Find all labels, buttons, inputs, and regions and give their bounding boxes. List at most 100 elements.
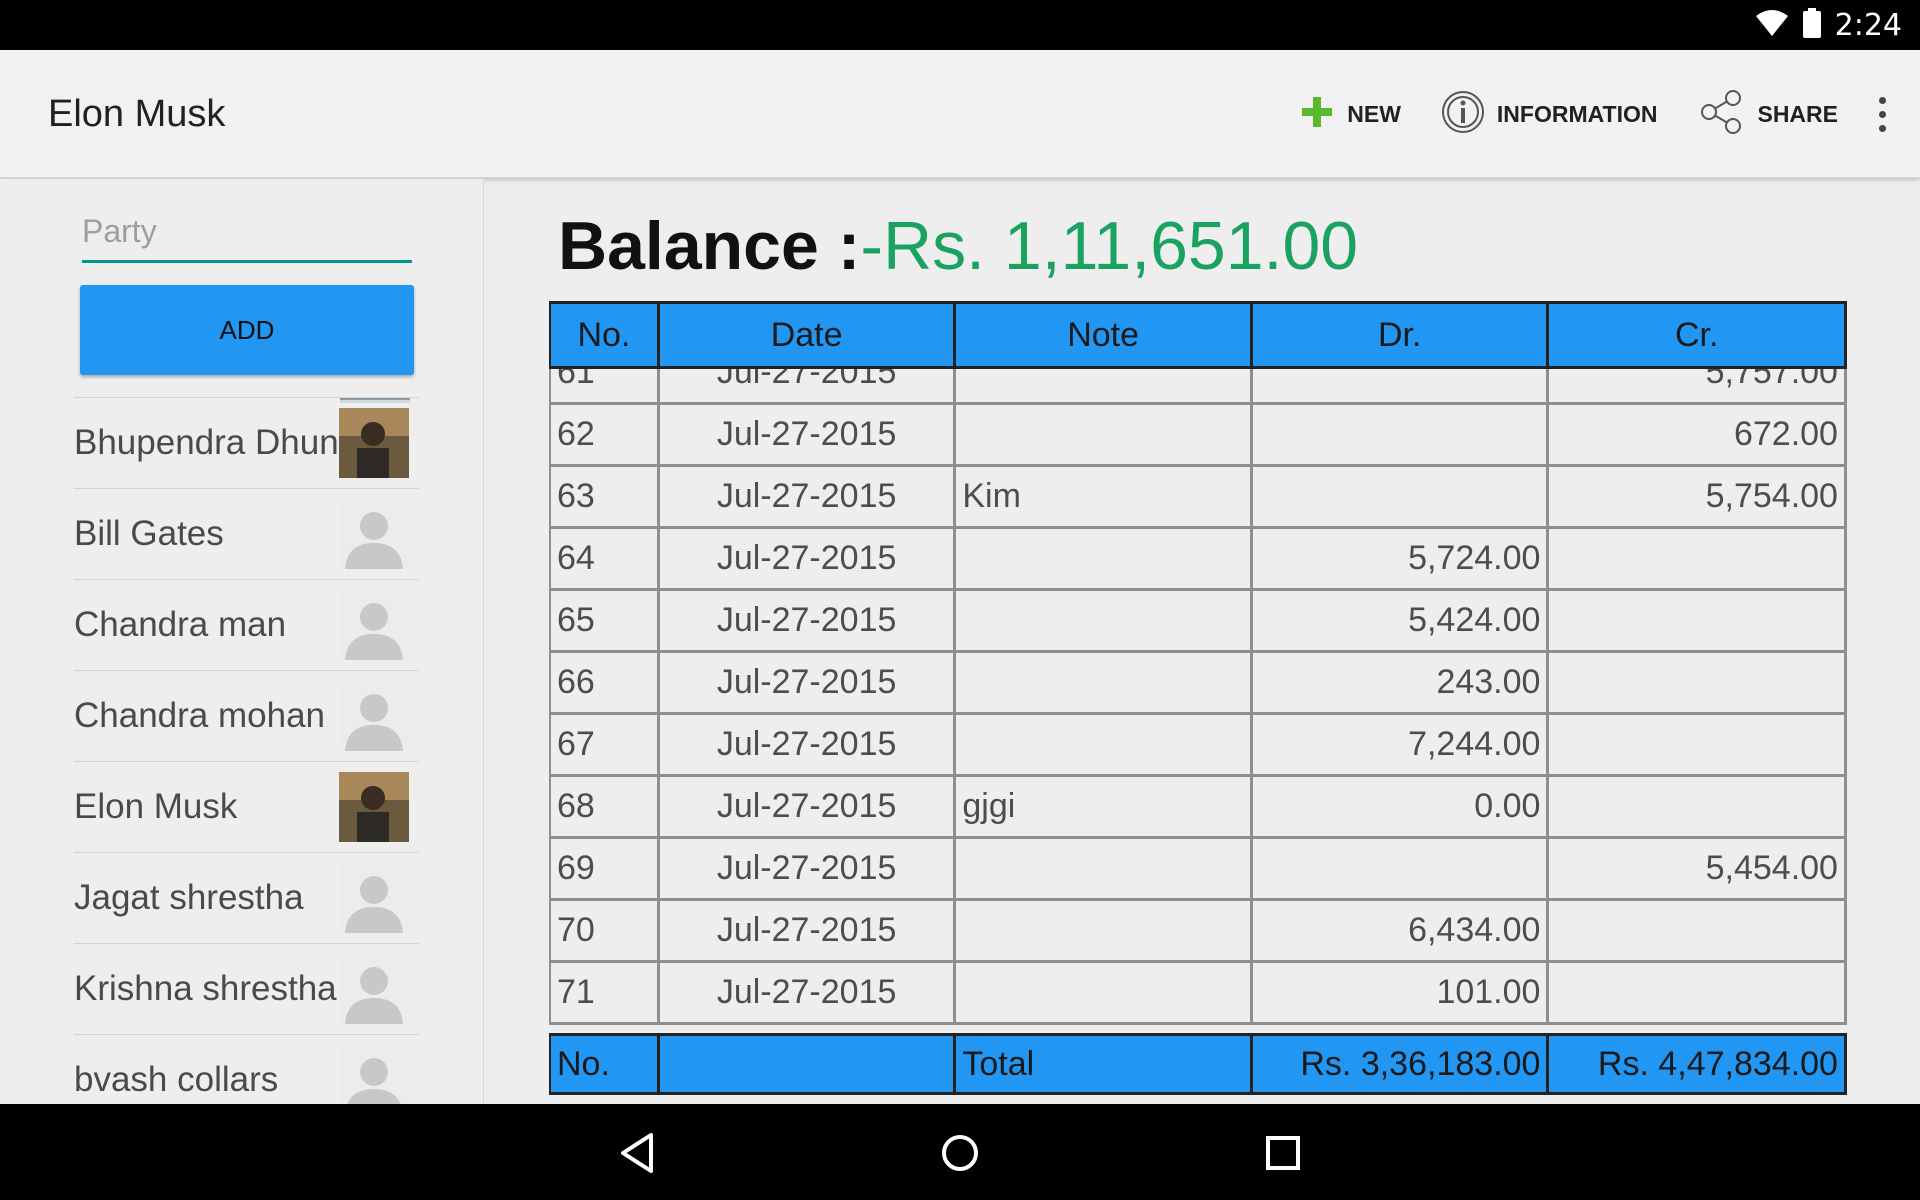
party-input[interactable] [82,209,412,263]
column-header-cr: Cr. [1549,301,1847,369]
party-list-item[interactable]: Elon Musk [74,761,419,852]
cell-date: Jul-27-2015 [659,901,957,963]
table-row[interactable]: 67 Jul-27-2015 7,244.00 [549,715,1847,777]
cell-no: 70 [551,901,660,963]
add-button[interactable]: ADD [80,285,414,375]
cell-note [956,529,1253,591]
new-button[interactable]: NEW [1279,50,1421,178]
party-list-item[interactable]: Jagat shrestha [74,852,419,943]
cell-date: Jul-27-2015 [659,839,957,901]
recents-icon[interactable] [1253,1128,1313,1178]
action-bar: Elon Musk NEW INFORMATION SHARE [0,50,1920,178]
action-bar-actions: NEW INFORMATION SHARE [1279,50,1920,178]
wifi-icon [1755,9,1789,42]
cell-note [956,901,1253,963]
cell-dr: 101.00 [1252,963,1550,1025]
table-footer: No. Total Rs. 3,36,183.00 Rs. 4,47,834.0… [549,1033,1847,1095]
cell-note [956,591,1253,653]
party-list-item[interactable]: Chandra man [74,579,419,670]
cell-dr: 7,244.00 [1252,715,1550,777]
column-header-dr: Dr. [1252,301,1550,369]
share-icon [1697,88,1745,141]
table-row[interactable]: 70 Jul-27-2015 6,434.00 [549,901,1847,963]
footer-total-label: Total [956,1033,1253,1095]
cell-note [956,839,1253,901]
footer-date [659,1033,957,1095]
navigation-bar [0,1104,1920,1200]
cell-dr [1252,405,1550,467]
cell-date: Jul-27-2015 [659,467,957,529]
cell-cr: 5,454.00 [1549,839,1847,901]
party-list-item[interactable]: Krishna shrestha [74,943,419,1034]
cell-date: Jul-27-2015 [659,715,957,777]
home-icon[interactable] [930,1128,990,1178]
information-button[interactable]: INFORMATION [1421,50,1678,178]
battery-icon [1802,7,1821,43]
party-list[interactable]: Bhupendra Dhungana Bill Gates Chandra man C… [74,397,419,1104]
party-name: Elon Musk [74,787,238,826]
party-name: Bhupendra Dhungana [74,423,339,462]
back-icon[interactable] [607,1128,667,1178]
balance-label: Balance : [558,208,861,284]
cell-no: 63 [551,467,660,529]
party-name: bvash collars [74,1060,279,1099]
avatar-placeholder [339,863,409,933]
cell-date: Jul-27-2015 [659,653,957,715]
party-list-item[interactable]: Chandra mohan [74,670,419,761]
table-row[interactable]: 71 Jul-27-2015 101.00 [549,963,1847,1025]
ledger-table: No. Date Note Dr. Cr. 61 Jul-27-2015 5,757… [549,301,1847,1029]
cell-date: Jul-27-2015 [659,591,957,653]
party-name: Chandra man [74,605,287,644]
party-name: Krishna shrestha [74,969,337,1008]
cell-no: 66 [551,653,660,715]
avatar-photo [339,408,409,478]
plus-icon [1299,94,1335,135]
cell-date: Jul-27-2015 [659,777,957,839]
cell-date: Jul-27-2015 [659,963,957,1025]
cell-no: 62 [551,405,660,467]
balance: Balance :-Rs. 1,11,651.00 [558,207,1358,285]
party-list-item[interactable]: bvash collars [74,1034,419,1104]
share-button[interactable]: SHARE [1677,50,1858,178]
cell-cr: 672.00 [1549,405,1847,467]
party-list-item[interactable]: Bhupendra Dhungana [74,397,419,488]
share-label: SHARE [1757,100,1838,127]
cell-dr [1252,369,1550,405]
cell-cr [1549,715,1847,777]
table-row[interactable]: 61 Jul-27-2015 5,757.00 [549,369,1847,405]
table-row[interactable]: 64 Jul-27-2015 5,724.00 [549,529,1847,591]
cell-date: Jul-27-2015 [659,369,957,405]
status-clock: 2:24 [1834,7,1902,43]
column-header-note: Note [956,301,1253,369]
cell-cr [1549,901,1847,963]
cell-no: 65 [551,591,660,653]
avatar-placeholder [339,499,409,569]
footer-no: No. [551,1033,660,1095]
cell-cr: 5,754.00 [1549,467,1847,529]
cell-cr [1549,653,1847,715]
cell-date: Jul-27-2015 [659,405,957,467]
cell-no: 68 [551,777,660,839]
cell-dr: 243.00 [1252,653,1550,715]
table-row[interactable]: 69 Jul-27-2015 5,454.00 [549,839,1847,901]
cell-dr: 5,424.00 [1252,591,1550,653]
cell-note: Kim [956,467,1253,529]
table-row[interactable]: 62 Jul-27-2015 672.00 [549,405,1847,467]
column-header-no: No. [551,301,660,369]
cell-note [956,963,1253,1025]
balance-value: -Rs. 1,11,651.00 [860,208,1359,284]
party-name: Chandra mohan [74,696,325,735]
cell-note [956,369,1253,405]
table-row[interactable]: 63 Jul-27-2015 Kim 5,754.00 [549,467,1847,529]
cell-cr [1549,529,1847,591]
cell-dr [1252,467,1550,529]
table-row[interactable]: 65 Jul-27-2015 5,424.00 [549,591,1847,653]
information-label: INFORMATION [1496,100,1658,127]
avatar-placeholder [339,1045,409,1104]
footer-total-cr: Rs. 4,47,834.00 [1549,1033,1847,1095]
more-vert-icon[interactable] [1858,50,1906,178]
table-row[interactable]: 68 Jul-27-2015 gjgi 0.00 [549,777,1847,839]
table-row[interactable]: 66 Jul-27-2015 243.00 [549,653,1847,715]
party-list-item[interactable]: Bill Gates [74,488,419,579]
table-body[interactable]: 61 Jul-27-2015 5,757.00 62 Jul-27-2015 672.00… [549,369,1847,1029]
